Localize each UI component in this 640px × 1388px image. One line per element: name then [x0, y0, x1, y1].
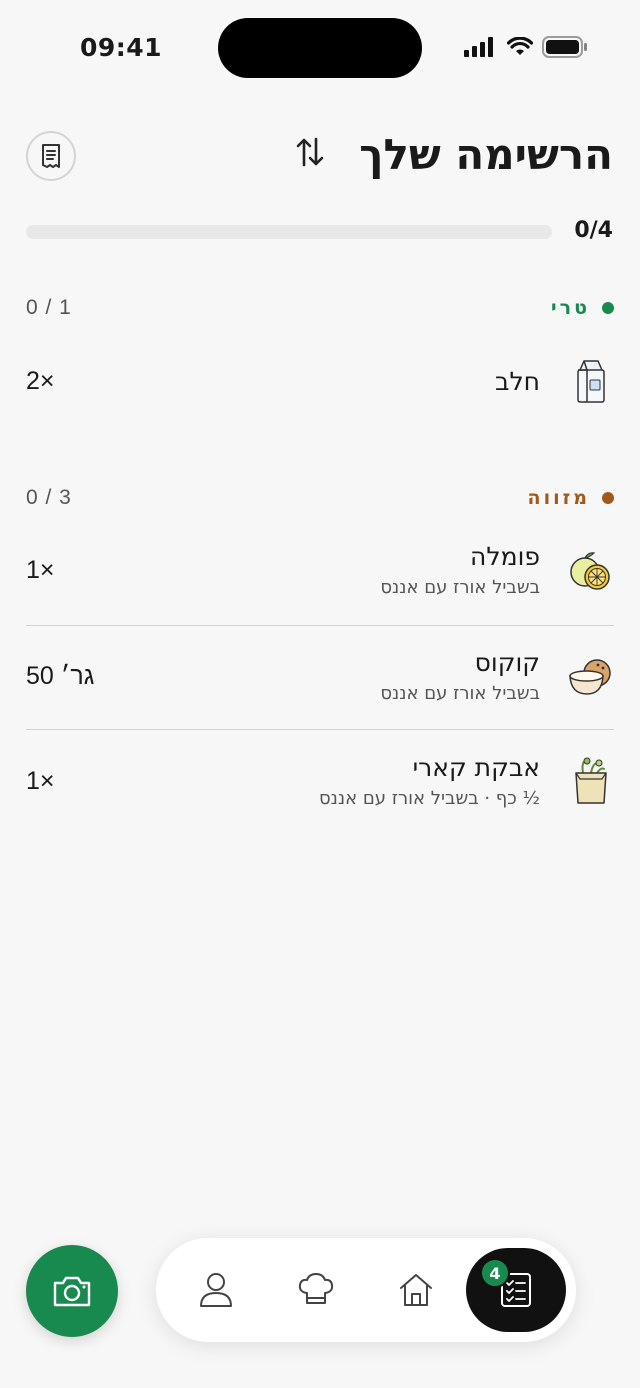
- item-name: אבקת קארי: [412, 753, 540, 782]
- item-quantity: 50 גר׳: [26, 661, 95, 690]
- list-item[interactable]: אבקת קארי ½ כף · בשביל אורז עם אננס 1×: [26, 753, 614, 809]
- dynamic-island: [218, 18, 422, 78]
- list-item[interactable]: חלב 2×: [26, 358, 614, 404]
- list-item[interactable]: קוקוס בשביל אורז עם אננס 50 גר׳: [26, 648, 614, 704]
- section-label: טרי: [551, 297, 590, 319]
- signal-icon: [464, 37, 493, 57]
- divider: [26, 729, 614, 730]
- divider: [26, 625, 614, 626]
- camera-button[interactable]: [26, 1245, 118, 1337]
- section-label: מזווה: [527, 487, 590, 509]
- coconut-icon: [568, 653, 614, 699]
- item-name: פומלה: [470, 542, 540, 571]
- receipt-icon: [42, 144, 60, 168]
- item-quantity: 1×: [26, 555, 55, 584]
- item-subtitle: בשביל אורז עם אננס: [380, 683, 540, 704]
- section-title: טרי: [551, 297, 614, 319]
- section-header-pantry: מזווה 0 / 3: [26, 483, 614, 513]
- section-dot: [602, 492, 614, 504]
- milk-carton-icon: [568, 358, 614, 404]
- section-count: 0 / 1: [26, 296, 72, 319]
- section-dot: [602, 302, 614, 314]
- progress-bar: [26, 225, 552, 239]
- profile-icon: [200, 1273, 232, 1307]
- page-title: הרשימה שלך: [359, 130, 613, 179]
- section-header-fresh: טרי 0 / 1: [26, 293, 614, 323]
- sort-arrows-icon: [296, 137, 324, 167]
- battery-icon: [542, 36, 587, 58]
- pomelo-icon: [568, 547, 614, 593]
- chef-hat-icon: [298, 1273, 334, 1304]
- nav-shopping-list[interactable]: 4: [466, 1248, 566, 1332]
- item-name: חלב: [495, 366, 540, 396]
- wifi-icon: [507, 37, 533, 55]
- home-icon: [400, 1274, 432, 1306]
- grocery-bag-icon: [568, 757, 614, 804]
- item-name: קוקוס: [474, 648, 540, 677]
- receipt-button[interactable]: [26, 131, 76, 181]
- camera-icon: [53, 1276, 91, 1307]
- item-quantity: 1×: [26, 766, 55, 795]
- item-subtitle: בשביל אורז עם אננס: [380, 577, 540, 598]
- notification-badge: 4: [480, 1258, 510, 1288]
- status-time: 09:41: [80, 33, 163, 62]
- bottom-nav: 4: [156, 1238, 576, 1342]
- nav-recipes[interactable]: [280, 1254, 352, 1326]
- item-subtitle: ½ כף · בשביל אורז עם אננס: [318, 788, 540, 809]
- list-item[interactable]: פומלה בשביל אורז עם אננס 1×: [26, 542, 614, 598]
- status-icons: [464, 36, 588, 58]
- nav-home[interactable]: [380, 1254, 452, 1326]
- section-count: 0 / 3: [26, 486, 72, 509]
- item-quantity: 2×: [26, 366, 55, 395]
- section-title: מזווה: [528, 487, 614, 509]
- sort-button[interactable]: [292, 134, 328, 170]
- nav-profile[interactable]: [180, 1254, 252, 1326]
- progress-label: 0/4: [574, 218, 613, 243]
